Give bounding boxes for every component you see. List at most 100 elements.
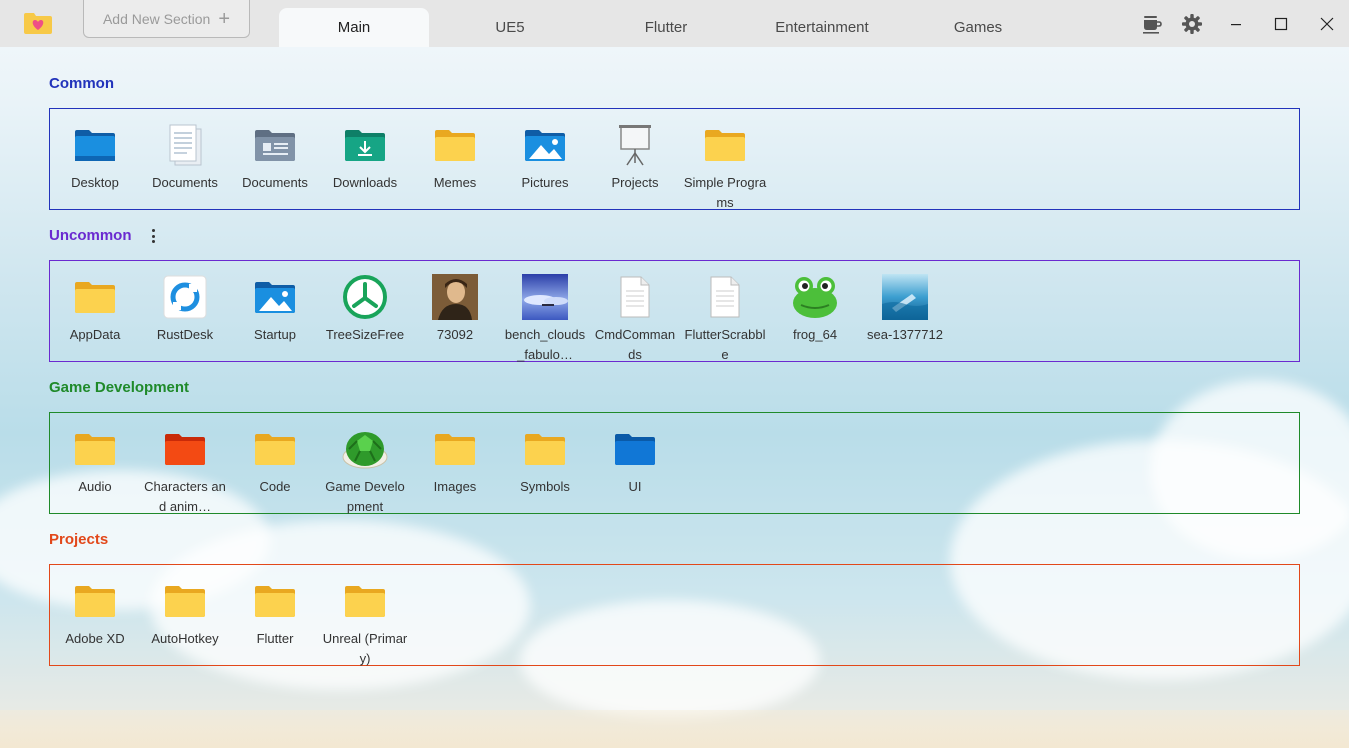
shortcut-label: 73092 <box>436 327 474 342</box>
sea-image-icon <box>881 273 929 321</box>
title-bar: Add New Section + Main UE5 Flutter Enter… <box>0 0 1349 47</box>
tab-label: Games <box>953 19 1003 36</box>
shortcut-treesizefree[interactable]: TreeSizeFree <box>320 273 410 345</box>
shortcut-game-development[interactable]: Game Development <box>320 425 410 517</box>
projector-icon <box>611 121 659 169</box>
treesize-icon <box>341 273 389 321</box>
red-folder-icon <box>161 425 209 473</box>
shortcut-sea-1377712[interactable]: sea-1377712 <box>860 273 950 345</box>
shortcut-label: Images <box>433 479 477 494</box>
shortcut-cmdcommands[interactable]: CmdCommands <box>590 273 680 365</box>
shortcut-projects[interactable]: Projects <box>590 121 680 193</box>
shortcut-images[interactable]: Images <box>410 425 500 497</box>
shortcut-frog-64[interactable]: frog_64 <box>770 273 860 345</box>
coffee-icon[interactable] <box>1140 12 1164 36</box>
folder-icon <box>71 425 119 473</box>
section-title-common[interactable]: Common <box>49 75 114 92</box>
section-uncommon: AppData RustDesk Startup TreeSizeFree 73… <box>49 260 1300 362</box>
tab-main[interactable]: Main <box>279 8 429 47</box>
section-title-game-development[interactable]: Game Development <box>49 379 189 396</box>
shortcut-label: Code <box>259 479 291 494</box>
section-game-development: Audio Characters and anim… Code Game Dev… <box>49 412 1300 514</box>
folder-icon <box>71 577 119 625</box>
shortcut-simple-programs[interactable]: Simple Programs <box>680 121 770 213</box>
shortcut-label: UI <box>628 479 642 494</box>
shortcut-appdata[interactable]: AppData <box>50 273 140 345</box>
shortcut-rustdesk[interactable]: RustDesk <box>140 273 230 345</box>
section-title-uncommon[interactable]: Uncommon <box>49 227 132 244</box>
section-options-icon[interactable] <box>148 227 158 245</box>
shortcut-documents-folder[interactable]: Documents <box>230 121 320 193</box>
tab-ue5[interactable]: UE5 <box>435 8 585 47</box>
shortcut-memes[interactable]: Memes <box>410 121 500 193</box>
shortcut-adobe-xd[interactable]: Adobe XD <box>50 577 140 649</box>
shortcut-label: TreeSizeFree <box>325 327 405 342</box>
tab-label: Entertainment <box>775 19 869 36</box>
shortcut-autohotkey[interactable]: AutoHotkey <box>140 577 230 649</box>
shortcut-label: Simple Programs <box>683 175 767 210</box>
shortcut-label: Projects <box>611 175 659 190</box>
folder-icon <box>431 425 479 473</box>
shortcut-label: AppData <box>69 327 121 342</box>
shortcut-label: Downloads <box>332 175 398 190</box>
tab-flutter[interactable]: Flutter <box>591 8 741 47</box>
section-title-projects[interactable]: Projects <box>49 531 108 548</box>
shortcut-code[interactable]: Code <box>230 425 320 497</box>
shortcut-label: bench_clouds_fabulo… <box>504 327 586 362</box>
add-section-label: Add New Section <box>102 10 211 27</box>
shortcut-label: sea-1377712 <box>867 327 943 342</box>
shortcut-label: Unreal (Primary) <box>322 631 408 666</box>
close-icon[interactable] <box>1315 12 1339 36</box>
documents-folder-icon <box>251 121 299 169</box>
background-sand <box>0 710 1349 748</box>
shortcut-label: CmdCommands <box>594 327 676 362</box>
shortcut-flutter[interactable]: Flutter <box>230 577 320 649</box>
shortcut-documents-file[interactable]: Documents <box>140 121 230 193</box>
shortcut-startup[interactable]: Startup <box>230 273 320 345</box>
add-new-section-button[interactable]: Add New Section + <box>83 0 250 38</box>
green-shell-icon <box>341 425 389 473</box>
tab-label: UE5 <box>495 19 525 36</box>
minimize-icon[interactable] <box>1224 12 1248 36</box>
shortcut-label: FlutterScrabble <box>684 327 766 362</box>
shortcut-label: frog_64 <box>792 327 838 342</box>
shortcut-label: Startup <box>254 327 296 342</box>
tab-label: Main <box>337 19 371 36</box>
shortcut-audio[interactable]: Audio <box>50 425 140 497</box>
shortcut-flutterscrabble[interactable]: FlutterScrabble <box>680 273 770 365</box>
tab-entertainment[interactable]: Entertainment <box>747 8 897 47</box>
folder-icon <box>341 577 389 625</box>
gear-icon[interactable] <box>1180 12 1204 36</box>
shortcut-label: Audio <box>78 479 112 494</box>
shortcut-desktop[interactable]: Desktop <box>50 121 140 193</box>
shortcut-label: Documents <box>242 175 308 190</box>
desktop-folder-icon <box>71 121 119 169</box>
shortcut-label: Adobe XD <box>65 631 125 646</box>
blue-folder-icon <box>611 425 659 473</box>
document-file-icon <box>161 121 209 169</box>
section-projects: Adobe XD AutoHotkey Flutter Unreal (Prim… <box>49 564 1300 666</box>
shortcut-ui[interactable]: UI <box>590 425 680 497</box>
folder-icon <box>431 121 479 169</box>
shortcut-pictures[interactable]: Pictures <box>500 121 590 193</box>
landscape-image-icon <box>521 273 569 321</box>
plus-icon: + <box>218 7 231 30</box>
shortcut-bench-clouds[interactable]: bench_clouds_fabulo… <box>500 273 590 365</box>
section-common: Desktop Documents Documents Downloads Me… <box>49 108 1300 210</box>
shortcut-label: Flutter <box>256 631 294 646</box>
heart-folder-logo-icon[interactable] <box>23 11 53 35</box>
shortcut-label: Desktop <box>71 175 119 190</box>
shortcut-downloads[interactable]: Downloads <box>320 121 410 193</box>
text-file-icon <box>701 273 749 321</box>
shortcut-unreal-primary[interactable]: Unreal (Primary) <box>320 577 410 669</box>
shortcut-symbols[interactable]: Symbols <box>500 425 590 497</box>
maximize-icon[interactable] <box>1269 12 1293 36</box>
tab-games[interactable]: Games <box>903 8 1053 47</box>
pictures-folder-icon <box>251 273 299 321</box>
frog-icon <box>791 273 839 321</box>
shortcut-characters[interactable]: Characters and anim… <box>140 425 230 517</box>
shortcut-label: Characters and anim… <box>144 479 226 514</box>
portrait-image-icon <box>431 273 479 321</box>
shortcut-73092[interactable]: 73092 <box>410 273 500 345</box>
shortcut-label: Symbols <box>520 479 570 494</box>
